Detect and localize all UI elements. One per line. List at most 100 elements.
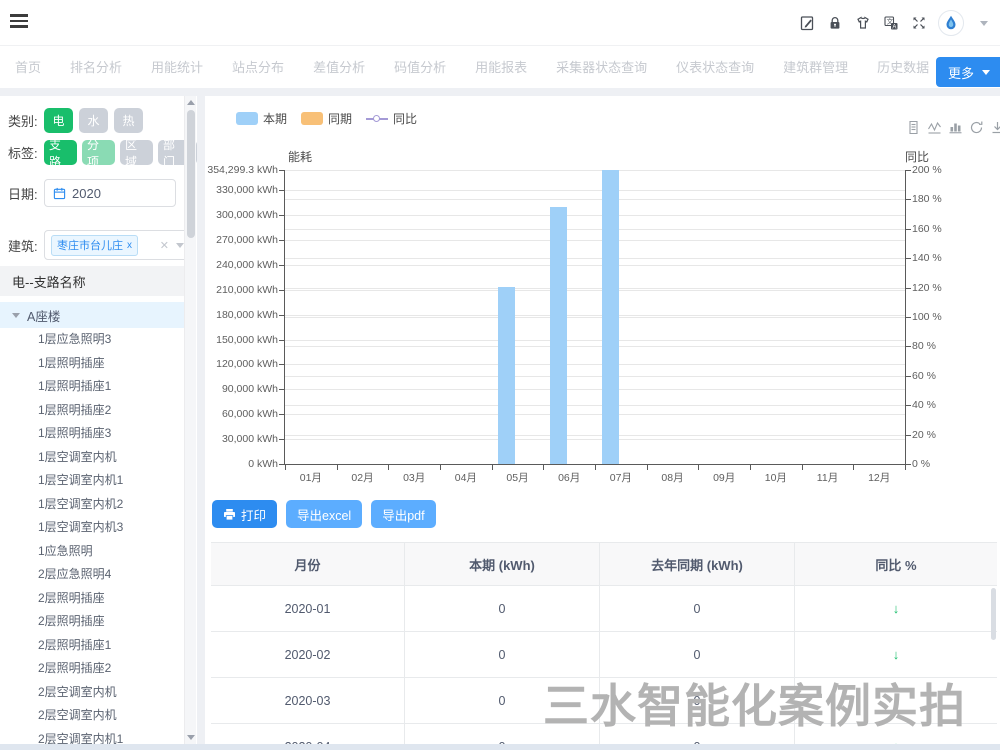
tree-root-label: A座楼 (27, 306, 60, 325)
tree-item[interactable]: 1层空调室内机1 (0, 469, 185, 493)
left-axis-tick (279, 315, 285, 316)
tab-1[interactable]: 首页 (15, 46, 41, 89)
more-button[interactable]: 更多 (936, 57, 1000, 87)
export-pdf-button[interactable]: 导出pdf (371, 500, 435, 528)
refresh-icon[interactable] (969, 120, 984, 135)
app-logo[interactable] (938, 10, 964, 36)
line-chart-icon[interactable] (927, 120, 942, 135)
category-pill-水[interactable]: 水 (79, 108, 108, 133)
tree-item[interactable]: 1层照明插座2 (0, 399, 185, 423)
left-axis-tick-label: 210,000 kWh (205, 284, 278, 296)
lock-icon[interactable] (826, 14, 844, 32)
tree-item[interactable]: 2层空调室内机 (0, 681, 185, 705)
right-axis-title: 同比 (905, 148, 955, 165)
bar-chart-icon[interactable] (948, 120, 963, 135)
gridline (285, 346, 905, 347)
tag-pill-区域[interactable]: 区域 (120, 140, 153, 165)
table-header-cell: 本期 (kWh) (405, 543, 600, 585)
gridline (285, 258, 905, 259)
left-axis-title: 能耗 (265, 148, 335, 165)
right-axis-tick (905, 346, 911, 347)
left-axis-tick-label: 240,000 kWh (205, 259, 278, 271)
gridline (285, 340, 905, 341)
header-actions: 文 A (798, 8, 992, 38)
tab-4[interactable]: 站点分布 (232, 46, 284, 89)
select-clear-icon[interactable]: ✕ (160, 239, 169, 252)
tab-6[interactable]: 码值分析 (394, 46, 446, 89)
tree-item[interactable]: 1层空调室内机2 (0, 493, 185, 517)
tree-caret-icon[interactable] (12, 313, 20, 318)
tree-item[interactable]: 1层空调室内机3 (0, 516, 185, 540)
tree-node-root[interactable]: A座楼 (0, 302, 185, 328)
scroll-up-icon[interactable] (187, 100, 195, 105)
tree-item[interactable]: 1层应急照明3 (0, 328, 185, 352)
tag-pill-分项[interactable]: 分项 (82, 140, 115, 165)
category-pill-热[interactable]: 热 (114, 108, 143, 133)
menu-icon[interactable] (10, 14, 28, 30)
right-axis-tick (905, 435, 911, 436)
gridline (285, 364, 905, 365)
x-axis-tick-label: 10月 (750, 470, 802, 485)
right-axis-tick-label: 140 % (912, 252, 962, 264)
scroll-down-icon[interactable] (187, 735, 195, 740)
table-row[interactable]: 2020-0100↓ (211, 586, 997, 632)
tree-item[interactable]: 2层照明插座 (0, 587, 185, 611)
language-icon[interactable]: 文 A (882, 14, 900, 32)
tree-item[interactable]: 2层空调室内机1 (0, 728, 185, 745)
horizontal-scrollbar[interactable] (0, 744, 1000, 750)
legend-item-同期[interactable]: 同期 (301, 110, 352, 127)
tag-pill-支路[interactable]: 支路 (44, 140, 77, 165)
download-icon[interactable] (990, 120, 1000, 135)
tab-10[interactable]: 建筑群管理 (783, 46, 848, 89)
tree-item[interactable]: 2层空调室内机 (0, 704, 185, 728)
print-button[interactable]: 打印 (212, 500, 277, 528)
theme-icon[interactable] (854, 14, 872, 32)
table-header-cell: 同比 % (795, 543, 997, 585)
legend-item-同比[interactable]: 同比 (366, 110, 417, 127)
building-select[interactable]: 枣庄市台儿庄 x ✕ (44, 230, 192, 260)
table-scrollbar-thumb[interactable] (991, 588, 996, 640)
tree-item[interactable]: 1层空调室内机 (0, 446, 185, 470)
left-axis-tick-label: 60,000 kWh (205, 408, 278, 420)
x-axis-tick-label: 08月 (647, 470, 699, 485)
building-tag-close-icon[interactable]: x (127, 240, 132, 251)
legend-item-本期[interactable]: 本期 (236, 110, 287, 127)
left-axis-tick-label: 150,000 kWh (205, 334, 278, 346)
tab-9[interactable]: 仪表状态查询 (676, 46, 754, 89)
fullscreen-icon[interactable] (910, 14, 928, 32)
tab-8[interactable]: 采集器状态查询 (556, 46, 647, 89)
data-view-icon[interactable] (906, 120, 921, 135)
table-cell: 2020-01 (211, 586, 405, 631)
bar-本期-05月[interactable] (498, 287, 515, 464)
tree-item[interactable]: 1层照明插座 (0, 352, 185, 376)
date-value: 2020 (72, 186, 101, 201)
tree-item[interactable]: 2层照明插座2 (0, 657, 185, 681)
tab-label: 用能报表 (475, 60, 527, 75)
sidebar-scrollbar[interactable] (184, 96, 196, 744)
tab-7[interactable]: 用能报表 (475, 46, 527, 89)
sidebar-scrollbar-thumb[interactable] (187, 110, 195, 238)
edit-note-icon[interactable] (798, 14, 816, 32)
left-axis-tick (279, 215, 285, 216)
tree-item[interactable]: 1应急照明 (0, 540, 185, 564)
tree-item[interactable]: 2层应急照明4 (0, 563, 185, 587)
tab-5[interactable]: 差值分析 (313, 46, 365, 89)
tree-item[interactable]: 2层照明插座 (0, 610, 185, 634)
tab-3[interactable]: 用能统计 (151, 46, 203, 89)
tree-item[interactable]: 1层照明插座3 (0, 422, 185, 446)
export-excel-button[interactable]: 导出excel (286, 500, 362, 528)
tag-pill-设备[interactable]: 设备 (196, 140, 197, 165)
tab-11[interactable]: 历史数据 (877, 46, 929, 89)
table-cell: 2020-04 (211, 724, 405, 744)
printer-icon (223, 508, 236, 521)
header-chevron-down-icon[interactable] (974, 14, 992, 32)
tree-item[interactable]: 1层照明插座1 (0, 375, 185, 399)
tab-2[interactable]: 排名分析 (70, 46, 122, 89)
bar-本期-06月[interactable] (550, 207, 567, 464)
tree-item[interactable]: 2层照明插座1 (0, 634, 185, 658)
left-axis-tick (279, 414, 285, 415)
x-axis-tick-label: 04月 (440, 470, 492, 485)
date-input[interactable]: 2020 (44, 179, 176, 207)
bar-本期-07月[interactable] (602, 170, 619, 464)
category-pill-电[interactable]: 电 (44, 108, 73, 133)
